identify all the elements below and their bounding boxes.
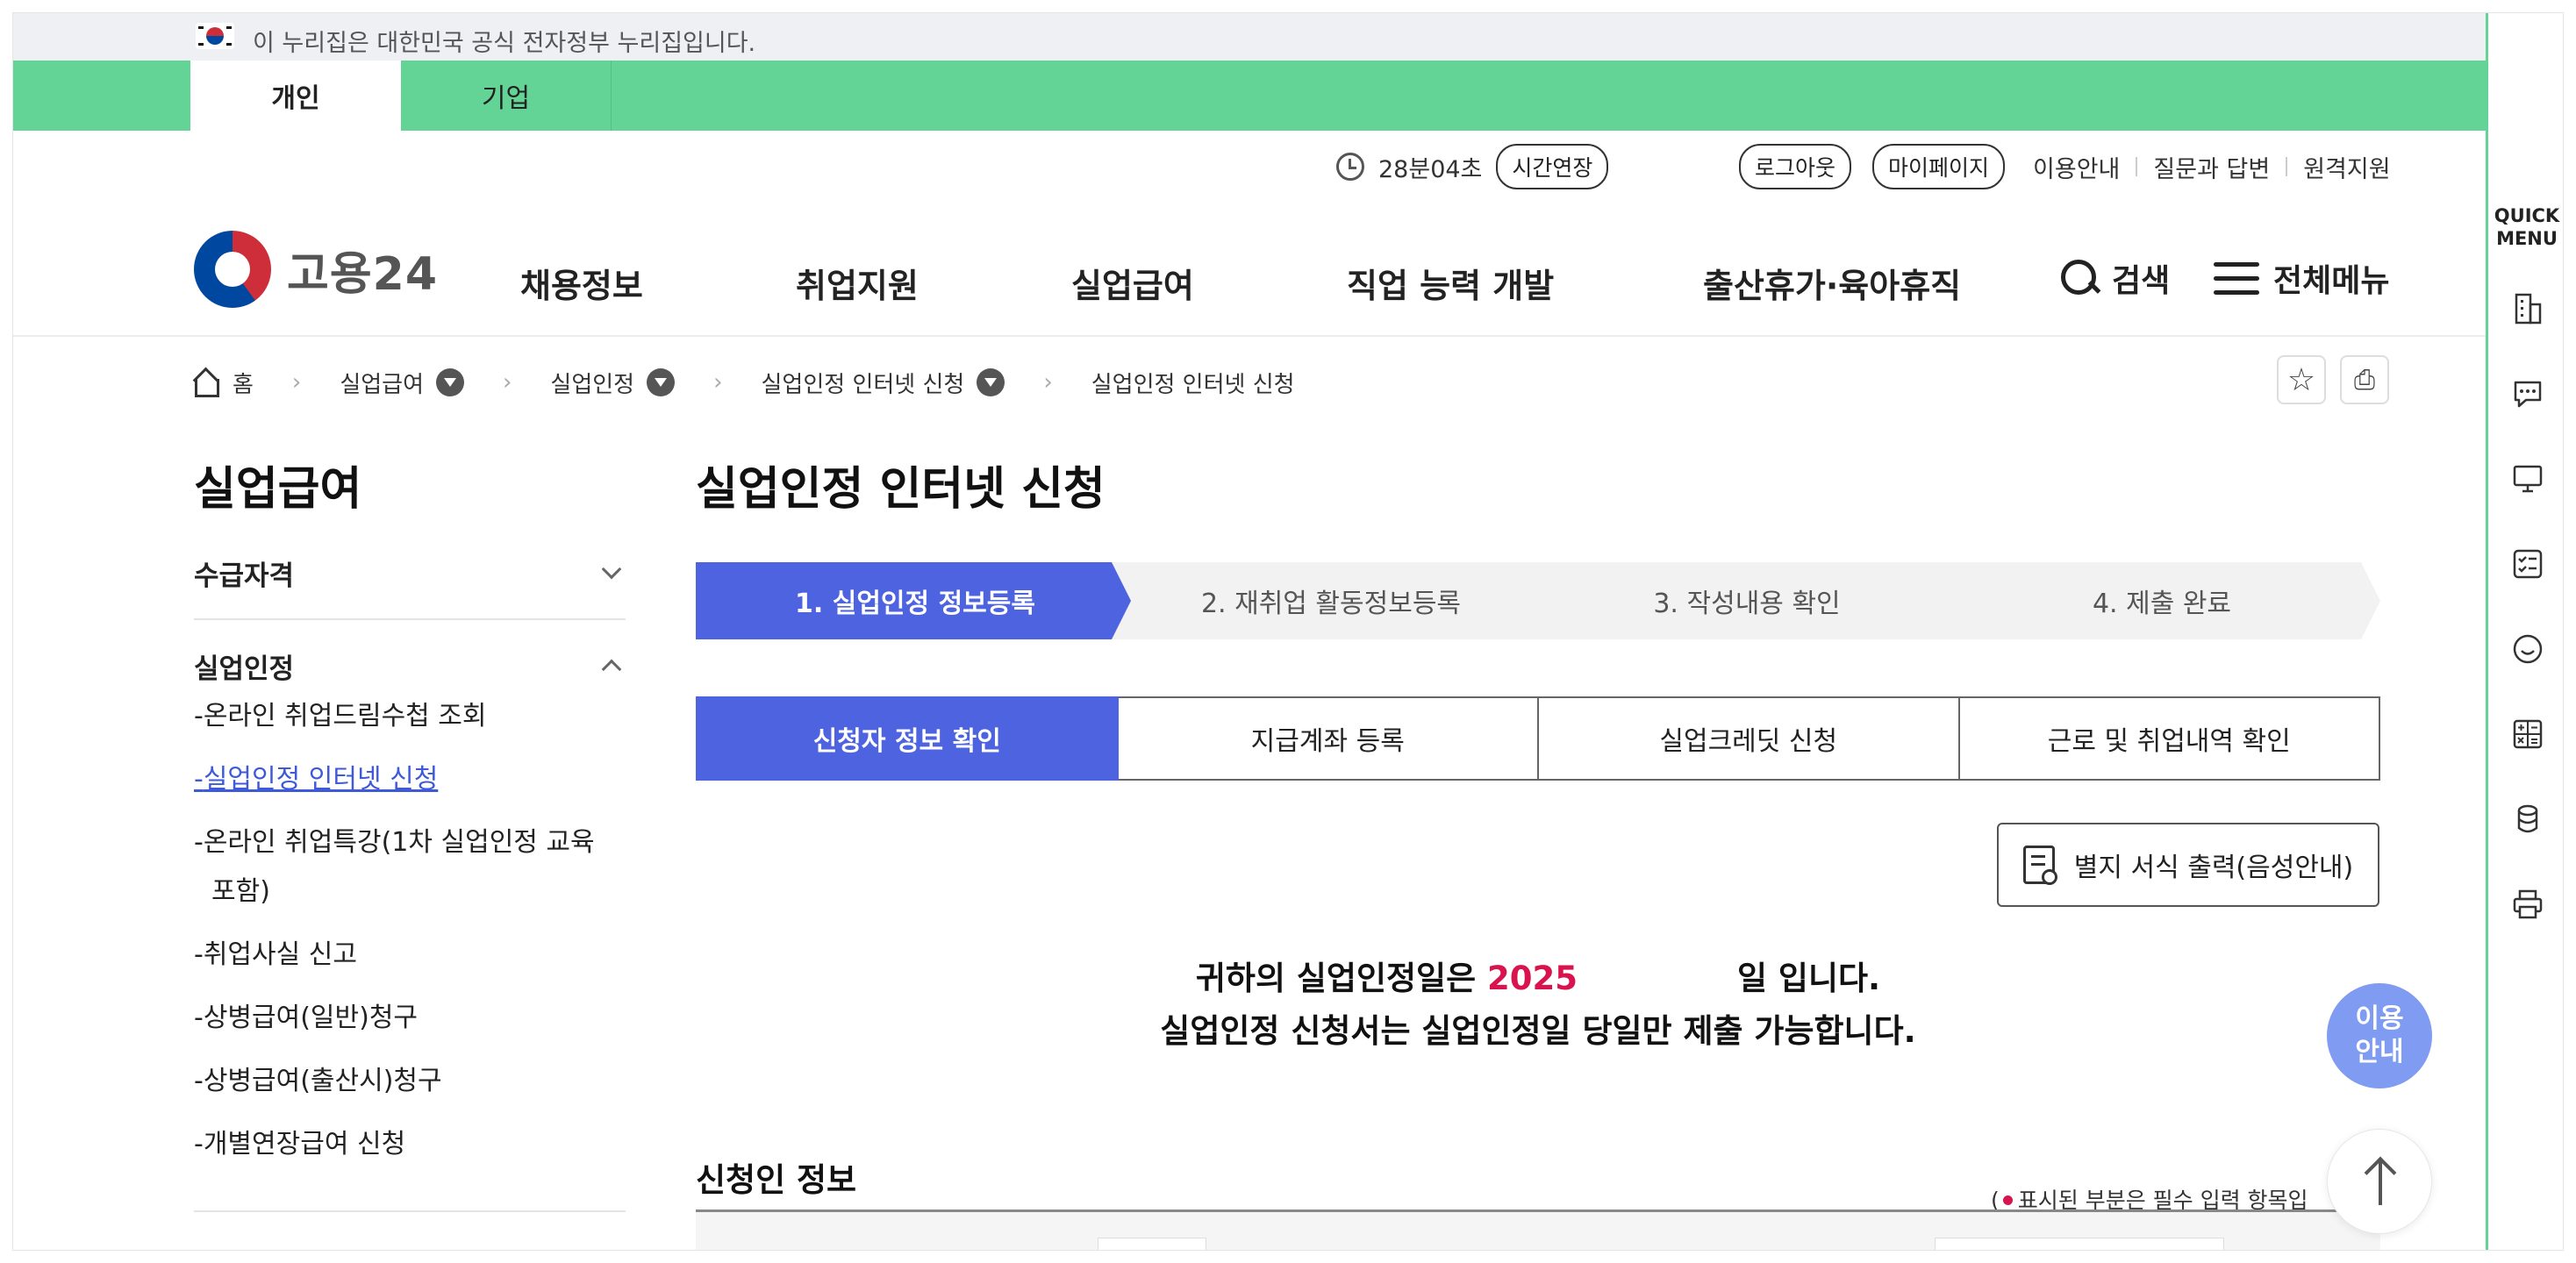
checklist-icon[interactable] — [2511, 547, 2544, 581]
applicant-info-title: 신청인 정보 — [696, 1161, 857, 1199]
logo-text: 고용24 — [287, 247, 439, 301]
gnb-item-employment-support[interactable]: 취업지원 — [796, 259, 919, 307]
logout-button[interactable]: 로그아웃 — [1739, 144, 1852, 189]
print-form-button[interactable]: 별지 서식 출력(음성안내) — [1997, 823, 2379, 907]
lnb-item-dream-notebook[interactable]: -온라인 취업드림수첩 조회 — [194, 692, 615, 741]
chat-icon[interactable] — [2511, 377, 2544, 410]
search-icon — [2061, 260, 2098, 296]
breadcrumb-dropdown-icon[interactable] — [436, 368, 465, 396]
utility-links: 로그아웃 마이페이지 이용안내 질문과 답변 원격지원 — [1739, 144, 2391, 189]
breadcrumb-dropdown-icon[interactable] — [977, 368, 1005, 396]
coins-icon[interactable] — [2511, 803, 2544, 836]
clock-icon — [1336, 153, 1364, 181]
tab-applicant-info[interactable]: 신청자 정보 확인 — [696, 696, 1119, 781]
smile-icon[interactable] — [2511, 632, 2544, 666]
search-label: 검색 — [2112, 263, 2171, 299]
chevron-up-icon — [601, 659, 622, 680]
extend-session-button[interactable]: 시간연장 — [1496, 144, 1609, 189]
breadcrumb-internet-application[interactable]: 실업인정 인터넷 신청 — [762, 367, 965, 399]
step-1: 1. 실업인정 정보등록 — [696, 562, 1134, 639]
chevron-down-icon — [601, 559, 622, 580]
quick-menu: QUICK MENU — [2486, 13, 2563, 1250]
scroll-top-button[interactable] — [2327, 1129, 2432, 1234]
tab-bank-account[interactable]: 지급계좌 등록 — [1118, 696, 1539, 781]
gnb-item-jobs[interactable]: 채용정보 — [520, 259, 643, 307]
breadcrumb: 홈 › 실업급여 › 실업인정 › 실업인정 인터넷 신청 › 실업인정 인터넷… — [190, 364, 1295, 401]
search-button[interactable]: 검색 — [2061, 255, 2170, 301]
gnb-item-vocational-training[interactable]: 직업 능력 개발 — [1347, 259, 1554, 307]
qna-link[interactable]: 질문과 답변 — [2153, 150, 2270, 184]
header-divider — [13, 335, 2486, 337]
tab-business[interactable]: 기업 — [401, 61, 612, 131]
tab-unemployment-credit[interactable]: 실업크레딧 신청 — [1539, 696, 1960, 781]
lnb-section-label: 실업인정 — [194, 653, 295, 685]
usage-guide-fab[interactable]: 이용 안내 — [2327, 983, 2432, 1088]
hamburger-icon — [2214, 260, 2259, 296]
print-page-button[interactable]: ⎙ — [2340, 355, 2389, 404]
step-indicator: 1. 실업인정 정보등록 2. 재취업 활동정보등록 3. 작성내용 확인 4.… — [696, 562, 2380, 639]
session-timer: 28분04초 시간연장 — [1336, 144, 1609, 189]
breadcrumb-chevron-icon: › — [713, 369, 723, 396]
building-icon[interactable] — [2511, 292, 2544, 325]
korea-flag-icon — [196, 23, 234, 49]
lnb-title: 실업급여 — [194, 463, 362, 516]
lnb-item-sickness-childbirth[interactable]: -상병급여(출산시)청구 — [194, 1057, 615, 1106]
gnb-item-unemployment-benefit[interactable]: 실업급여 — [1071, 259, 1194, 307]
timer-text: 28분04초 — [1378, 155, 1483, 183]
all-menu-button[interactable]: 전체메뉴 — [2214, 255, 2389, 301]
tab-work-history[interactable]: 근로 및 취업내역 확인 — [1959, 696, 2380, 781]
lnb-section-label: 수급자격 — [194, 560, 295, 592]
all-menu-label: 전체메뉴 — [2273, 263, 2390, 299]
lnb-item-online-lecture[interactable]: -온라인 취업특강(1차 실업인정 교육 포함) — [194, 818, 615, 917]
star-icon: ☆ — [2286, 361, 2316, 398]
step-4: 4. 제출 완료 — [1943, 562, 2380, 639]
logo-mark-icon — [194, 231, 271, 308]
recognition-year: 2025 — [1487, 960, 1578, 997]
lnb-divider — [194, 618, 626, 620]
lnb-item-internet-application[interactable]: -실업인정 인터넷 신청 — [194, 755, 615, 804]
name-field[interactable] — [1098, 1238, 1206, 1250]
step-2: 2. 재취업 활동정보등록 — [1112, 562, 1550, 639]
resident-number-field[interactable] — [1935, 1238, 2224, 1250]
breadcrumb-unemployment-benefit[interactable]: 실업급여 — [340, 367, 424, 399]
breadcrumb-chevron-icon: › — [1043, 369, 1053, 396]
favorite-button[interactable]: ☆ — [2277, 355, 2326, 404]
submission-notice: 실업인정 신청서는 실업인정일 당일만 제출 가능합니다. — [1160, 1012, 1916, 1050]
gov-banner: 이 누리집은 대한민국 공식 전자정부 누리집입니다. — [13, 13, 2486, 61]
printer-icon: ⎙ — [2354, 364, 2375, 396]
usage-guide-link[interactable]: 이용안내 — [2033, 150, 2120, 184]
lnb-item-extended-benefit[interactable]: -개별연장급여 신청 — [194, 1120, 615, 1169]
mypage-button[interactable]: 마이페이지 — [1872, 144, 2006, 189]
breadcrumb-chevron-icon: › — [503, 369, 512, 396]
breadcrumb-chevron-icon: › — [291, 369, 302, 396]
sub-tab-list: 신청자 정보 확인 지급계좌 등록 실업크레딧 신청 근로 및 취업내역 확인 — [696, 696, 2380, 781]
document-search-icon — [2022, 846, 2057, 885]
gov-banner-text: 이 누리집은 대한민국 공식 전자정부 누리집입니다. — [253, 30, 756, 57]
lnb-section-recognition[interactable]: 실업인정 — [194, 644, 626, 688]
quick-menu-title: QUICK MENU — [2494, 205, 2560, 249]
audience-tab-bar: 개인 기업 — [13, 61, 2486, 131]
lnb-divider — [194, 1210, 626, 1212]
breadcrumb-current: 실업인정 인터넷 신청 — [1091, 371, 1295, 398]
print-form-label: 별지 서식 출력(음성안내) — [2073, 853, 2354, 883]
gnb-item-maternity-leave[interactable]: 출산휴가·육아휴직 — [1703, 259, 1961, 307]
step-3: 3. 작성내용 확인 — [1528, 562, 1966, 639]
site-logo[interactable]: 고용24 — [194, 231, 438, 308]
calculator-icon[interactable] — [2511, 717, 2544, 751]
recognition-date-notice: 귀하의 실업인정일은 2025 일 입니다. — [1195, 960, 1881, 997]
breadcrumb-recognition[interactable]: 실업인정 — [550, 367, 634, 399]
remote-support-link[interactable]: 원격지원 — [2303, 150, 2390, 184]
page-title: 실업인정 인터넷 신청 — [696, 463, 1106, 516]
tab-personal[interactable]: 개인 — [190, 61, 401, 131]
required-dot-icon — [2002, 1195, 2013, 1205]
lnb-section-eligibility[interactable]: 수급자격 — [194, 551, 626, 595]
monitor-icon[interactable] — [2511, 462, 2544, 496]
browser-viewport: 이 누리집은 대한민국 공식 전자정부 누리집입니다. 개인 기업 28분04초… — [13, 13, 2563, 1250]
printer-icon[interactable] — [2511, 888, 2544, 921]
lnb-item-employment-report[interactable]: -취업사실 신고 — [194, 931, 615, 980]
lnb-item-sickness-general[interactable]: -상병급여(일반)청구 — [194, 994, 615, 1043]
breadcrumb-dropdown-icon[interactable] — [647, 368, 676, 396]
breadcrumb-home[interactable]: 홈 — [233, 367, 254, 399]
home-icon — [190, 368, 220, 397]
